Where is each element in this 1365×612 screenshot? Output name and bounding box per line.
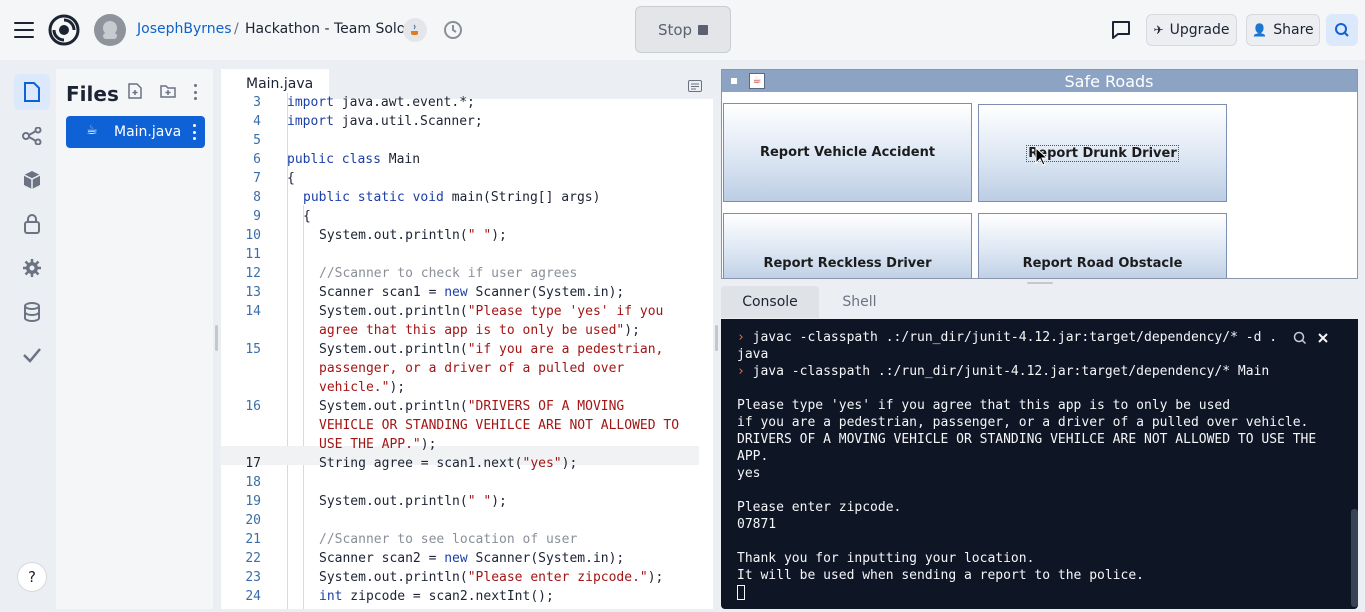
- console-line: Please type 'yes' if you agree that this…: [737, 398, 1231, 413]
- lock-icon[interactable]: [14, 206, 50, 242]
- file-options-icon[interactable]: [193, 124, 197, 140]
- code-editor[interactable]: Main.java 3 import java.awt.event.*; 4 imp…: [221, 69, 713, 609]
- menu-icon[interactable]: [14, 20, 34, 40]
- report-reckless-driver-button[interactable]: Report Reckless Driver: [723, 213, 972, 278]
- code-line: 14 System.out.println("Please type 'yes' …: [245, 304, 664, 338]
- java-language-icon: [403, 18, 427, 42]
- console-line: java: [737, 347, 769, 362]
- files-panel: Files ☕ Main.java: [56, 69, 213, 609]
- console-search-icon[interactable]: [1293, 330, 1307, 345]
- code-lines[interactable]: 3 import java.awt.event.*; 4 import java.u…: [221, 93, 699, 609]
- top-bar: JosephByrnes / Hackathon - Team Solo Sto…: [0, 0, 1365, 60]
- search-icon: [1335, 23, 1349, 37]
- tab-shell-label: Shell: [842, 294, 877, 310]
- console-line: › java -classpath .:/run_dir/junit-4.12.…: [737, 364, 1270, 379]
- panel-resize-handle[interactable]: [215, 325, 218, 351]
- stop-label: Stop: [657, 20, 693, 39]
- console-line: APP.: [737, 449, 769, 464]
- tab-label: Main.java: [246, 76, 314, 92]
- new-folder-icon[interactable]: [160, 83, 178, 99]
- code-line: 16 System.out.println("DRIVERS OF A MOVIN…: [245, 399, 680, 452]
- share-button[interactable]: 👤 Share: [1246, 14, 1320, 46]
- format-icon[interactable]: [688, 77, 704, 92]
- history-icon[interactable]: [442, 19, 464, 41]
- mouse-cursor-icon: [1035, 147, 1049, 166]
- console-output[interactable]: › javac -classpath .:/run_dir/junit-4.12…: [721, 319, 1358, 609]
- search-button[interactable]: [1326, 14, 1358, 46]
- app-window-title: Safe Roads: [1064, 72, 1154, 91]
- add-user-icon: 👤: [1252, 23, 1268, 37]
- console-line: 07871: [737, 517, 777, 532]
- help-button[interactable]: ?: [17, 562, 47, 592]
- chat-icon[interactable]: [1109, 19, 1133, 41]
- editor-resize-handle[interactable]: [715, 325, 718, 351]
- app-window-titlebar: ☕ Safe Roads: [722, 70, 1357, 92]
- gear-icon[interactable]: [14, 250, 50, 286]
- console-scrollbar[interactable]: [1351, 509, 1358, 607]
- new-file-icon[interactable]: [128, 83, 144, 99]
- avatar[interactable]: [94, 14, 126, 46]
- console-close-icon[interactable]: [1316, 330, 1330, 344]
- upgrade-button[interactable]: ✈ Upgrade: [1146, 14, 1237, 46]
- tab-shell[interactable]: Shell: [821, 286, 898, 318]
- files-title: Files: [66, 82, 119, 106]
- packages-icon[interactable]: [14, 162, 50, 198]
- tab-console-label: Console: [742, 294, 798, 310]
- pane-resize-handle[interactable]: [1027, 282, 1053, 284]
- console-line: Thank you for inputting your location.: [737, 551, 1035, 566]
- user-link[interactable]: JosephByrnes: [137, 21, 232, 37]
- console-line: › javac -classpath .:/run_dir/junit-4.12…: [737, 330, 1278, 345]
- help-label: ?: [28, 568, 36, 586]
- share-label: Share: [1273, 22, 1314, 38]
- project-title[interactable]: Hackathon - Team Solo: [245, 21, 405, 37]
- code-line: 15 System.out.println("if you are a pedes…: [245, 342, 664, 395]
- prompt-icon: ›: [737, 330, 745, 345]
- report-drunk-driver-button[interactable]: Report Drunk Driver: [978, 104, 1227, 202]
- breadcrumb-separator: /: [234, 21, 239, 37]
- tab-console[interactable]: Console: [721, 286, 819, 318]
- stop-icon: [698, 24, 709, 35]
- database-icon[interactable]: [14, 294, 50, 330]
- report-vehicle-accident-button[interactable]: Report Vehicle Accident: [723, 103, 972, 202]
- file-item-main-java[interactable]: ☕ Main.java: [66, 116, 205, 148]
- git-icon[interactable]: [14, 118, 50, 154]
- stop-button[interactable]: Stop: [635, 6, 731, 53]
- upgrade-label: Upgrade: [1169, 22, 1230, 38]
- checkmark-icon[interactable]: [14, 337, 50, 373]
- more-options-icon[interactable]: [190, 84, 200, 100]
- app-window: ☕ Safe Roads Report Vehicle Accident Rep…: [721, 69, 1358, 279]
- rocket-icon: ✈: [1153, 23, 1164, 37]
- file-item-label: Main.java: [114, 124, 182, 140]
- console-line: DRIVERS OF A MOVING VEHICLE OR STANDING …: [737, 432, 1317, 447]
- console-line: It will be used when sending a report to…: [737, 568, 1144, 583]
- console-line: if you are a pedestrian, passenger, or a…: [737, 415, 1309, 430]
- replit-logo-icon[interactable]: [48, 14, 80, 46]
- java-file-icon: ☕: [86, 123, 98, 138]
- files-icon[interactable]: [14, 74, 50, 110]
- console-line: yes: [737, 466, 761, 481]
- prompt-icon: ›: [737, 364, 745, 379]
- report-road-obstacle-button[interactable]: Report Road Obstacle: [978, 213, 1227, 278]
- console-cursor: [737, 585, 745, 600]
- console-line: Please enter zipcode.: [737, 500, 902, 515]
